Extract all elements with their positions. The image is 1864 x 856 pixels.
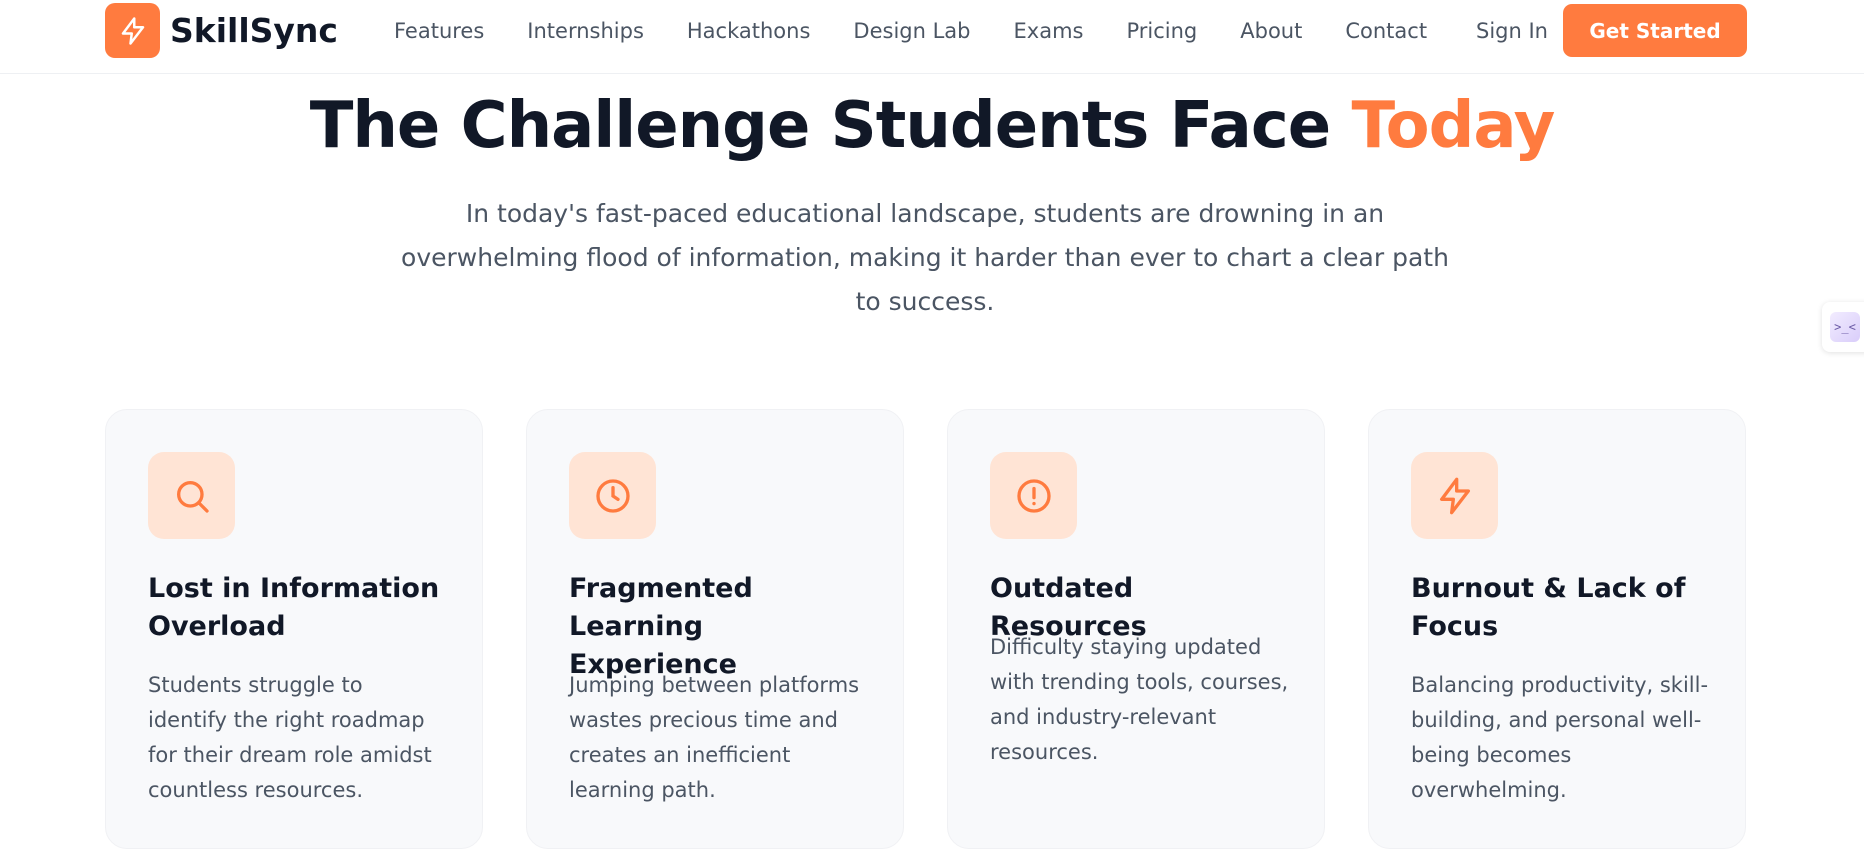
brand-name[interactable]: SkillSync (170, 8, 338, 54)
nav-links: Features Internships Hackathons Design L… (394, 10, 1427, 52)
challenge-card: Outdated Resources Difficulty staying up… (947, 409, 1325, 849)
section-intro: In today's fast-paced educational landsc… (401, 199, 1449, 316)
side-widget-icon: >_< (1830, 312, 1860, 342)
sign-in-link[interactable]: Sign In (1476, 10, 1548, 52)
nav-link-contact[interactable]: Contact (1345, 10, 1427, 52)
challenge-card: Burnout & Lack of Focus Balancing produc… (1368, 409, 1746, 849)
nav-link-hackathons[interactable]: Hackathons (687, 10, 811, 52)
card-title: Lost in Information Overload (148, 573, 440, 642)
logo[interactable] (105, 3, 160, 58)
nav-link-about[interactable]: About (1240, 10, 1302, 52)
clock-icon (595, 478, 630, 513)
card-title: Fragmented Learning Experience (569, 573, 753, 680)
card-description: Difficulty staying updated with trending… (990, 635, 1289, 764)
card-icon-box (569, 452, 656, 539)
challenge-card: Lost in Information Overload Students st… (105, 409, 483, 849)
section-heading: The Challenge Students Face Today (0, 84, 1864, 168)
heading-accent: Today (1351, 89, 1555, 163)
alert-circle-icon (1016, 478, 1051, 513)
side-widget-tab[interactable]: >_< (1822, 302, 1864, 352)
nav-link-internships[interactable]: Internships (527, 10, 644, 52)
card-title: Burnout & Lack of Focus (1411, 573, 1686, 642)
card-icon-box (148, 452, 235, 539)
get-started-button[interactable]: Get Started (1563, 4, 1747, 57)
nav-link-design-lab[interactable]: Design Lab (853, 10, 970, 52)
card-description: Jumping between platforms wastes preciou… (569, 673, 860, 802)
navbar: SkillSync Features Internships Hackathon… (0, 0, 1864, 74)
card-description: Students struggle to identify the right … (148, 673, 432, 802)
bolt-icon (1439, 477, 1470, 514)
challenge-card: Fragmented Learning Experience Jumping b… (526, 409, 904, 849)
nav-link-pricing[interactable]: Pricing (1126, 10, 1197, 52)
card-description: Balancing productivity, skill-building, … (1411, 673, 1709, 802)
card-icon-box (990, 452, 1077, 539)
challenge-cards: Lost in Information Overload Students st… (105, 409, 1747, 849)
nav-link-features[interactable]: Features (394, 10, 484, 52)
search-icon (176, 480, 209, 513)
heading-main: The Challenge Students Face (309, 89, 1331, 163)
nav-link-exams[interactable]: Exams (1014, 10, 1084, 52)
bolt-icon (121, 16, 144, 45)
card-icon-box (1411, 452, 1498, 539)
